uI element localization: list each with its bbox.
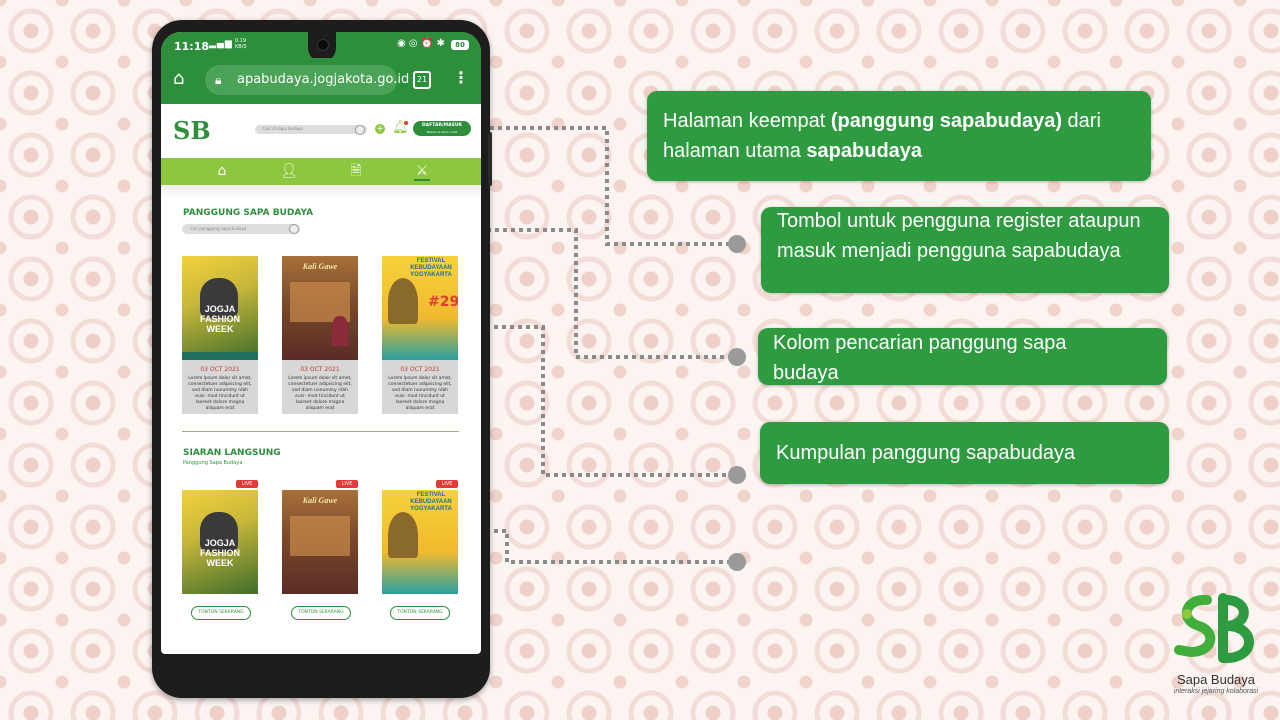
brand-tagline: interaksi jejaring kolaborasi	[1173, 688, 1259, 695]
brand-name: Sapa Budaya	[1176, 672, 1256, 687]
stage-search-input[interactable]: Cari panggung sapa budaya	[182, 224, 300, 234]
connector-dot	[728, 466, 746, 484]
poster-image: FESTIVAL KEBUDAYAAN YOGYAKARTA #29	[382, 256, 458, 360]
stage-card[interactable]: Kali Gawe 03 OCT 2021 Lorem ipsum dolor …	[282, 256, 358, 414]
phone-screen: 11:18 ▂▄▆ 0.19 KB/S ◉ ◎ ⏰ ✱ 80 ⌂ 🔒︎ apab…	[161, 32, 481, 654]
callout2-text: Tombol untuk pengguna register ataupun m…	[777, 210, 1141, 262]
watch-now-button[interactable]: TONTON SEKARANG	[291, 606, 351, 620]
live-badge: LIVE	[436, 480, 458, 488]
poster-title: Kali Gawe	[302, 262, 338, 271]
address-bar[interactable]: 🔒︎ apabudaya.jogjakota.go.id	[205, 65, 409, 95]
poster-birdcage	[388, 278, 418, 324]
status-icons: ◉ ◎ ⏰ ✱	[397, 38, 445, 49]
connector-cards	[470, 325, 730, 477]
poster-title: JOGJA FASHION WEEK	[199, 538, 240, 568]
network-speed: 0.19 KB/S	[235, 38, 247, 50]
connector-live	[470, 529, 730, 564]
site-nav: ⌂ 👤︎ 🗎 ⚔︎	[161, 158, 481, 185]
stage-search-placeholder: Cari panggung sapa budaya	[190, 226, 247, 231]
poster-scene	[290, 516, 350, 556]
slide: { "phone": { "status_time": "11:18", "st…	[0, 0, 1280, 720]
callout1-text-d: sapabudaya	[806, 140, 923, 162]
home-icon[interactable]: ⌂	[173, 69, 184, 89]
nav-document-icon[interactable]: 🗎	[348, 163, 364, 179]
register-sublabel: Masuk ke akun anda	[426, 130, 458, 134]
poster-figure	[332, 316, 348, 346]
card-description: Lorem ipsum dolor sit amet, consectetuer…	[188, 376, 252, 411]
site-logo[interactable]: SB	[173, 116, 211, 145]
nav-home-icon[interactable]: ⌂	[214, 163, 230, 179]
live-poster[interactable]: FESTIVAL KEBUDAYAAN YOGYAKARTA	[382, 490, 458, 594]
live-poster[interactable]: JOGJA FASHION WEEK	[182, 490, 258, 594]
search-icon[interactable]	[355, 125, 365, 135]
poster-footer	[182, 352, 258, 360]
callout-stages: Kumpulan panggung sapabudaya	[760, 422, 1169, 484]
signal-icon: ▂▄▆	[209, 39, 233, 49]
poster-image: JOGJA FASHION WEEK	[182, 256, 258, 360]
callout-register: Tombol untuk pengguna register ataupun m…	[761, 207, 1169, 293]
poster-title: FESTIVAL KEBUDAYAAN YOGYAKARTA	[410, 492, 452, 512]
phone-side-button	[488, 132, 492, 186]
section-title-panggung: PANGGUNG SAPA BUDAYA	[183, 208, 314, 218]
battery-icon: 80	[451, 40, 469, 50]
section-subtitle-siaran: Panggung Sapa Budaya	[183, 460, 243, 466]
connector-dot	[728, 553, 746, 571]
site-search-input[interactable]: Cari di sapa budaya	[255, 125, 367, 135]
site-search-placeholder: Cari di sapa budaya	[263, 126, 303, 131]
callout1-text-b: (panggung sapabudaya)	[830, 110, 1062, 132]
section-title-siaran: SIARAN LANGSUNG	[183, 448, 281, 458]
poster-title: FESTIVAL KEBUDAYAAN YOGYAKARTA	[410, 258, 452, 278]
card-date: 03 OCT 2021	[300, 366, 340, 373]
callout3-text: Kolom pencarian panggung sapa budaya	[773, 332, 1067, 384]
callout1-text-a: Halaman keempat	[663, 110, 831, 132]
stage-card[interactable]: JOGJA FASHION WEEK 03 OCT 2021 Lorem ips…	[182, 256, 258, 414]
menu-icon[interactable]: ⋮	[453, 68, 469, 87]
card-date: 03 OCT 2021	[400, 366, 440, 373]
brand-logo: Sapa Budaya interaksi jejaring kolaboras…	[1165, 590, 1265, 700]
live-poster[interactable]: Kali Gawe	[282, 490, 358, 594]
stage-card[interactable]: FESTIVAL KEBUDAYAAN YOGYAKARTA #29 03 OC…	[382, 256, 458, 414]
nav-shadow	[161, 185, 481, 199]
live-badge: LIVE	[236, 480, 258, 488]
connector-dot	[728, 348, 746, 366]
add-icon[interactable]: +	[375, 124, 385, 134]
site-header: SB Cari di sapa budaya + 🔔︎ DAFTAR/MASUK…	[161, 104, 481, 158]
poster-number: #29	[428, 294, 458, 310]
poster-image: Kali Gawe	[282, 256, 358, 360]
poster-title: Kali Gawe	[302, 496, 338, 505]
nav-user-icon[interactable]: 👤︎	[280, 163, 298, 179]
brand-logo-mark	[1174, 593, 1254, 664]
poster-birdcage	[388, 512, 418, 558]
register-login-button[interactable]: DAFTAR/MASUK Masuk ke akun anda	[413, 121, 471, 136]
callout-search: Kolom pencarian panggung sapa budaya	[758, 328, 1167, 385]
browser-bar: ⌂ 🔒︎ apabudaya.jogjakota.go.id 21 ⋮	[161, 58, 481, 104]
card-date: 03 OCT 2021	[200, 366, 240, 373]
card-description: Lorem ipsum dolor sit amet, consectetuer…	[388, 376, 452, 411]
nav-stage-icon[interactable]: ⚔︎	[414, 163, 430, 181]
live-badge: LIVE	[336, 480, 358, 488]
camera-icon	[317, 39, 329, 51]
tabs-button[interactable]: 21	[413, 71, 431, 89]
section-divider	[182, 431, 459, 432]
url-text: apabudaya.jogjakota.go.id	[237, 72, 410, 87]
notification-dot	[404, 121, 408, 125]
poster-title: JOGJA FASHION WEEK	[199, 304, 240, 334]
connector-dot	[728, 235, 746, 253]
watch-now-button[interactable]: TONTON SEKARANG	[390, 606, 450, 620]
stage-search-icon[interactable]	[289, 224, 299, 234]
status-time: 11:18	[174, 40, 210, 53]
register-label: DAFTAR/MASUK	[422, 123, 462, 128]
watch-now-button[interactable]: TONTON SEKARANG	[191, 606, 251, 620]
callout-page-description: Halaman keempat (panggung sapabudaya) da…	[647, 91, 1151, 181]
card-description: Lorem ipsum dolor sit amet, consectetuer…	[288, 376, 352, 411]
lock-icon: 🔒︎	[215, 73, 222, 87]
callout4-text: Kumpulan panggung sapabudaya	[776, 442, 1076, 464]
